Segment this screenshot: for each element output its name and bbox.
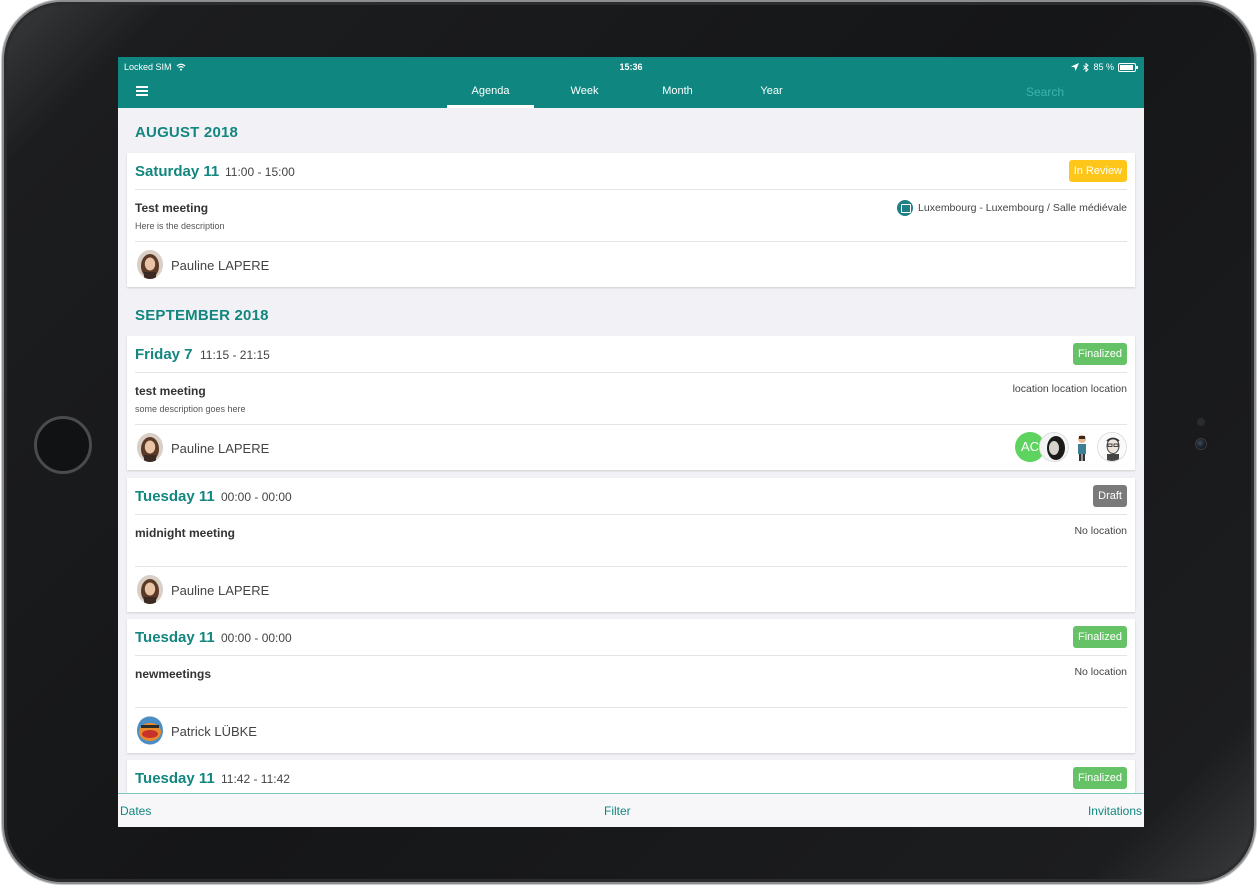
event-location: Luxembourg - Luxembourg / Salle médiéval… <box>897 200 1127 216</box>
status-badge: Finalized <box>1072 767 1127 789</box>
event-card-header: Tuesday 11 11:42 - 11:42 Finalized <box>135 760 1127 793</box>
participant-avatars[interactable]: AC <box>1015 431 1127 463</box>
app-screen: Locked SIM 15:36 85 % Agenda Week Month … <box>118 57 1144 827</box>
invitations-button[interactable]: Invitations <box>1088 804 1142 818</box>
event-time: 00:00 - 00:00 <box>221 490 292 504</box>
event-time: 11:15 - 21:15 <box>200 348 270 362</box>
event-card[interactable]: Saturday 11 11:00 - 15:00 In Review Test… <box>127 153 1135 287</box>
status-badge: In Review <box>1068 160 1127 182</box>
avatar <box>137 575 163 604</box>
avatar <box>137 716 163 745</box>
event-description: some description goes here <box>135 404 246 414</box>
event-location: location location location <box>1012 383 1127 395</box>
participant-avatar <box>1039 432 1069 462</box>
tab-month[interactable]: Month <box>634 79 721 108</box>
status-right: 85 % <box>1071 62 1138 72</box>
camera-lens <box>1195 438 1207 450</box>
event-title: midnight meeting <box>135 526 235 540</box>
event-card-header: Tuesday 11 00:00 - 00:00 Draft <box>135 478 1127 515</box>
agenda-list[interactable]: AUGUST 2018 Saturday 11 11:00 - 15:00 In… <box>118 108 1144 793</box>
status-badge: Draft <box>1093 485 1127 507</box>
battery-icon <box>1118 62 1138 72</box>
avatar <box>137 433 163 462</box>
event-time: 11:42 - 11:42 <box>221 772 290 786</box>
event-location: No location <box>1074 525 1127 537</box>
clock: 15:36 <box>619 62 643 72</box>
event-card-footer: Pauline LAPERE <box>135 567 1127 612</box>
tab-week[interactable]: Week <box>541 79 628 108</box>
room-icon <box>897 200 914 216</box>
event-card[interactable]: Friday 7 11:15 - 21:15 Finalized test me… <box>127 336 1135 470</box>
event-card-header: Tuesday 11 00:00 - 00:00 Finalized <box>135 619 1127 656</box>
event-time: 11:00 - 15:00 <box>225 165 295 179</box>
filter-button[interactable]: Filter <box>604 804 631 818</box>
avatar <box>137 250 163 279</box>
home-button[interactable] <box>34 416 92 474</box>
nav-row: Agenda Week Month Year Search <box>118 79 1144 108</box>
event-owner: Pauline LAPERE <box>171 583 270 598</box>
event-day: Tuesday 11 <box>135 770 215 787</box>
event-location-text: Luxembourg - Luxembourg / Salle médiéval… <box>918 202 1127 214</box>
event-owner: Pauline LAPERE <box>171 441 270 456</box>
event-day: Tuesday 11 <box>135 488 215 505</box>
event-card-body: midnight meeting No location <box>135 515 1127 567</box>
event-location: No location <box>1074 666 1127 678</box>
event-day: Friday 7 <box>135 346 193 363</box>
event-card[interactable]: Tuesday 11 00:00 - 00:00 Draft midnight … <box>127 478 1135 612</box>
tab-agenda[interactable]: Agenda <box>447 79 534 108</box>
event-owner: Pauline LAPERE <box>171 258 270 273</box>
event-card-body: newmeetings No location <box>135 656 1127 708</box>
dates-button[interactable]: Dates <box>120 804 151 818</box>
event-card[interactable]: Tuesday 11 00:00 - 00:00 Finalized newme… <box>127 619 1135 753</box>
event-day: Saturday 11 <box>135 163 220 180</box>
event-card-footer: Pauline LAPERE AC <box>135 425 1127 470</box>
bottom-bar: Dates Filter Invitations <box>118 793 1144 827</box>
event-card-footer: Patrick LÜBKE <box>135 708 1127 753</box>
event-day: Tuesday 11 <box>135 629 215 646</box>
ipad-device-frame: Locked SIM 15:36 85 % Agenda Week Month … <box>4 2 1254 882</box>
month-header: SEPTEMBER 2018 <box>135 307 269 324</box>
event-time: 00:00 - 00:00 <box>221 631 292 645</box>
event-card-footer: Pauline LAPERE <box>135 242 1127 287</box>
participant-avatar <box>1097 432 1127 462</box>
event-owner: Patrick LÜBKE <box>171 724 257 739</box>
top-bar: Locked SIM 15:36 85 % Agenda Week Month … <box>118 57 1144 108</box>
status-badge: Finalized <box>1072 343 1127 365</box>
event-card-header: Saturday 11 11:00 - 15:00 In Review <box>135 153 1127 190</box>
location-arrow-icon <box>1071 63 1080 71</box>
tab-year[interactable]: Year <box>728 79 815 108</box>
event-card-body: test meeting some description goes here … <box>135 373 1127 425</box>
hamburger-menu-icon[interactable] <box>136 86 148 96</box>
event-title: newmeetings <box>135 667 212 681</box>
search-input[interactable]: Search <box>1026 85 1064 99</box>
sensor-dot <box>1197 418 1205 426</box>
event-card-body: Test meeting Here is the description Lux… <box>135 190 1127 242</box>
status-badge: Finalized <box>1072 626 1127 648</box>
month-header: AUGUST 2018 <box>135 124 239 141</box>
event-description: Here is the description <box>135 221 225 231</box>
status-bar: Locked SIM 15:36 85 % <box>118 57 1144 77</box>
bluetooth-icon <box>1083 62 1090 72</box>
event-card[interactable]: Tuesday 11 11:42 - 11:42 Finalized <box>127 760 1135 793</box>
battery-percent: 85 % <box>1093 62 1114 72</box>
event-title: test meeting <box>135 384 206 398</box>
event-title: Test meeting <box>135 201 209 215</box>
participant-avatar <box>1071 432 1093 462</box>
event-card-header: Friday 7 11:15 - 21:15 Finalized <box>135 336 1127 373</box>
